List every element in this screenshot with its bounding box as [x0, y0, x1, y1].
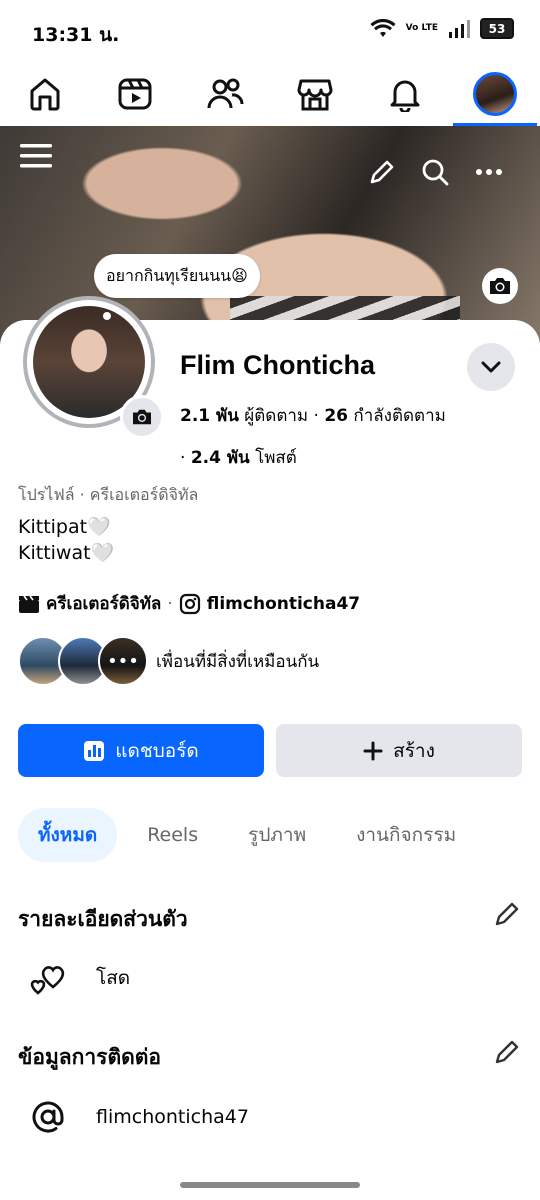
tab-photos[interactable]: รูปภาพ [228, 808, 326, 862]
home-icon [30, 78, 60, 111]
chevron-down-icon [481, 361, 501, 373]
contact-instagram-text: flimchonticha47 [96, 1106, 249, 1128]
instagram-icon [179, 593, 200, 614]
plus-icon [363, 741, 383, 760]
personal-details-title: รายละเอียดส่วนตัว [18, 907, 188, 931]
relationship-row: โสด [28, 958, 130, 998]
profile-subtitle: โปรไฟล์ · ครีเอเตอร์ดิจิทัล [18, 485, 199, 504]
top-nav [0, 62, 540, 126]
contact-info-title: ข้อมูลการติดต่อ [18, 1045, 161, 1069]
nav-reels[interactable] [105, 64, 165, 124]
category-link[interactable]: ครีเอเตอร์ดิจิทัล [46, 590, 161, 617]
signal-icon [449, 19, 470, 38]
nav-profile[interactable] [453, 64, 537, 126]
profile-stats: 2.1 พัน ผู้ติดตาม · 26 กำลังติดตาม [180, 406, 446, 426]
nav-notifications[interactable] [375, 64, 435, 124]
profile-note[interactable]: อยากกินทุเรียนนน😫 [94, 254, 260, 298]
profile-tabs: ทั้งหมด Reels รูปภาพ งานกิจกรรม [18, 808, 486, 862]
nav-home[interactable] [15, 64, 75, 124]
expand-profile-button[interactable] [467, 343, 515, 391]
more-icon[interactable] [472, 156, 506, 188]
status-time: 13:31 น. [32, 24, 120, 46]
bell-icon [390, 80, 420, 112]
more-mutual-icon: ••• [98, 636, 148, 686]
tab-reels[interactable]: Reels [127, 808, 218, 862]
tab-all[interactable]: ทั้งหมด [18, 808, 118, 862]
profile-links: ครีเอเตอร์ดิจิทัล · flimchonticha47 [18, 590, 360, 617]
search-icon[interactable] [419, 156, 451, 188]
profile-name: Flim Chonticha [180, 350, 375, 380]
posts-stat: · 2.4 พัน โพสต์ [180, 448, 297, 468]
note-text: อยากกินทุเรียนนน😫 [106, 265, 248, 285]
battery-icon: 53 [480, 18, 514, 39]
profile-bio: Kittipat🤍 Kittiwat🤍 [18, 516, 115, 564]
marketplace-icon [297, 79, 333, 111]
menu-icon[interactable] [18, 138, 54, 174]
avatar-camera-icon[interactable] [120, 395, 164, 439]
nav-friends[interactable] [195, 64, 255, 124]
clapper-icon [19, 595, 39, 613]
edit-personal-icon[interactable] [492, 899, 522, 929]
nav-marketplace[interactable] [285, 64, 345, 124]
create-button[interactable]: สร้าง [276, 724, 522, 777]
instagram-link[interactable]: flimchonticha47 [207, 594, 360, 614]
mutual-text: เพื่อนที่มีสิ่งที่เหมือนกัน [156, 651, 320, 672]
reels-icon [118, 78, 152, 110]
chart-icon [84, 740, 105, 761]
pencil-icon[interactable] [366, 156, 398, 188]
dashboard-button[interactable]: แดชบอร์ด [18, 724, 264, 777]
edit-contact-icon[interactable] [492, 1037, 522, 1067]
tab-events[interactable]: งานกิจกรรม [336, 808, 476, 862]
home-indicator[interactable] [180, 1182, 360, 1188]
volte-icon: Vo LTE [405, 23, 438, 33]
following-stat[interactable]: 26 กำลังติดตาม [324, 406, 446, 426]
cover-camera-icon[interactable] [482, 268, 518, 304]
hearts-icon [28, 958, 68, 998]
profile-avatar-small [473, 72, 517, 116]
at-icon [28, 1097, 68, 1137]
status-bar: 13:31 น. Vo LTE 53 [0, 0, 540, 62]
relationship-status: โสด [96, 967, 131, 989]
followers-stat[interactable]: 2.1 พัน ผู้ติดตาม [180, 406, 308, 426]
contact-instagram-row[interactable]: flimchonticha47 [28, 1097, 249, 1137]
mutual-friends[interactable]: ••• เพื่อนที่มีสิ่งที่เหมือนกัน [18, 636, 319, 686]
friends-icon [207, 78, 244, 109]
wifi-icon [370, 18, 396, 37]
